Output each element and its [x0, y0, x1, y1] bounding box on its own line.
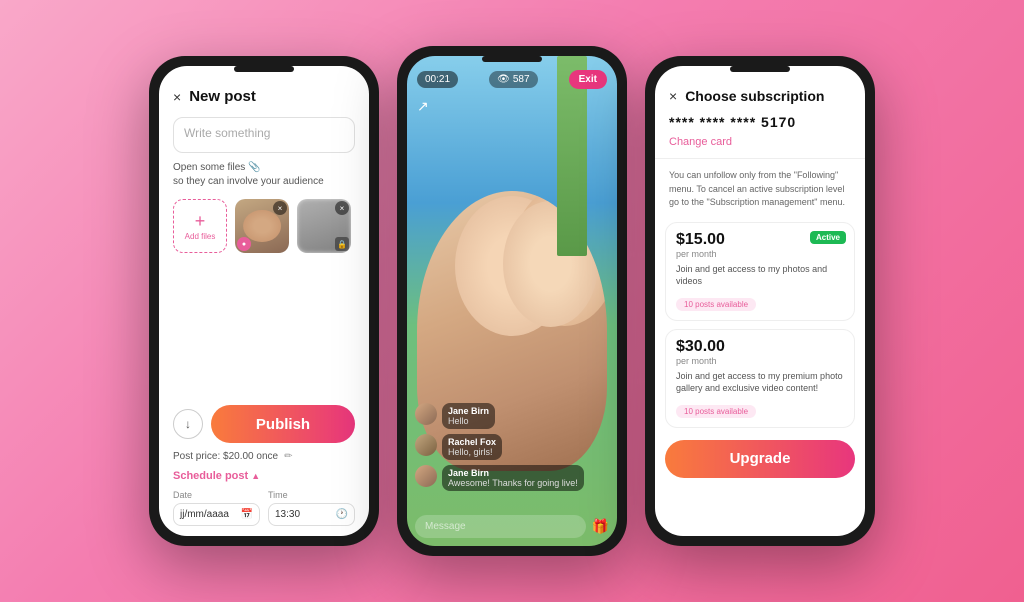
chat-avatar-2 [415, 434, 437, 456]
thumbnail-1-badge: ● [237, 237, 251, 251]
phone2-notch [482, 56, 542, 62]
stream-stats-bar: 00:21 👁 587 Exit [417, 70, 607, 89]
avatar-image-1 [415, 403, 437, 425]
calendar-icon: 📅 [241, 509, 253, 520]
plus-icon: + [195, 212, 206, 230]
stream-time: 00:21 [417, 71, 458, 88]
plan2-posts-badge: 10 posts available [676, 405, 756, 418]
plan2-price: $30.00 [676, 338, 844, 356]
stream-views: 👁 587 [489, 71, 537, 88]
chat-text-3: Awesome! Thanks for going live! [448, 478, 578, 488]
chat-username-3: Jane Birn [448, 468, 578, 478]
plan1-description: Join and get access to my photos and vid… [676, 263, 844, 288]
date-group: Date jj/mm/aaaa 📅 [173, 490, 260, 526]
upgrade-button[interactable]: Upgrade [665, 440, 855, 478]
time-label: Time [268, 490, 355, 500]
chat-bubble-3: Jane Birn Awesome! Thanks for going live… [442, 465, 584, 491]
thumbnail-2: × 🔒 [297, 199, 351, 253]
avatar-image-2 [415, 434, 437, 456]
subscription-plan-2[interactable]: $30.00 per month Join and get access to … [665, 329, 855, 428]
date-input[interactable]: jj/mm/aaaa 📅 [173, 503, 260, 526]
plan1-posts-badge: 10 posts available [676, 298, 756, 311]
phone-new-post: × New post Write something Open some fil… [149, 56, 379, 546]
thumbnail-2-remove[interactable]: × [335, 201, 349, 215]
p3-title: Choose subscription [685, 88, 824, 104]
plan1-period: per month [676, 249, 844, 259]
datetime-row: Date jj/mm/aaaa 📅 Time 13:30 🕐 [159, 486, 369, 536]
thumbnail-1: × ● [235, 199, 289, 253]
card-number: **** **** **** 5170 [669, 114, 796, 130]
add-files-label: Add files [185, 232, 216, 241]
subscription-notice: You can unfollow only from the "Followin… [655, 163, 865, 218]
instagram-icon: ● [242, 241, 246, 248]
time-group: Time 13:30 🕐 [268, 490, 355, 526]
chat-message-1: Jane Birn Hello [415, 403, 609, 429]
exit-button[interactable]: Exit [569, 70, 607, 89]
eye-icon: 👁 [497, 74, 510, 85]
plan2-period: per month [676, 356, 844, 366]
chat-username-2: Rachel Fox [448, 437, 496, 447]
subscription-plan-1: $15.00 per month Active Join and get acc… [665, 222, 855, 321]
phone-notch [234, 66, 294, 72]
time-input[interactable]: 13:30 🕐 [268, 503, 355, 526]
spacer [159, 261, 369, 399]
edit-icon[interactable]: ✏ [284, 451, 292, 462]
divider [655, 158, 865, 159]
lock-icon: 🔒 [335, 237, 349, 251]
p1-text-input[interactable]: Write something [173, 117, 355, 153]
publish-button[interactable]: Publish [211, 405, 355, 443]
file-icon: 📎 [248, 161, 260, 175]
publish-row: ↓ Publish [159, 399, 369, 449]
date-label: Date [173, 490, 260, 500]
phone1-screen: × New post Write something Open some fil… [159, 66, 369, 536]
card-number-row: **** **** **** 5170 [655, 112, 865, 134]
phone2-screen: 00:21 👁 587 Exit ↗ Jane Birn Hello [407, 56, 617, 546]
thumbnail-1-remove[interactable]: × [273, 201, 287, 215]
chat-avatar-1 [415, 403, 437, 425]
chat-username-1: Jane Birn [448, 406, 489, 416]
p1-header: × New post [159, 66, 369, 113]
plan2-description: Join and get access to my premium photo … [676, 370, 844, 395]
p3-close-button[interactable]: × [669, 88, 677, 104]
gift-icon[interactable]: 🎁 [592, 518, 609, 535]
message-input-bar: Message 🎁 [415, 515, 609, 538]
phones-container: × New post Write something Open some fil… [149, 46, 875, 556]
p1-title: New post [189, 88, 256, 105]
phone3-screen: × Choose subscription **** **** **** 517… [655, 66, 865, 536]
phone-subscription: × Choose subscription **** **** **** 517… [645, 56, 875, 546]
clock-icon: 🕐 [336, 509, 348, 520]
price-row: Post price: $20.00 once ✏ [159, 449, 369, 466]
p1-attachments-row: + Add files × ● × 🔒 [159, 195, 369, 261]
add-files-button[interactable]: + Add files [173, 199, 227, 253]
chat-bubble-2: Rachel Fox Hello, girls! [442, 434, 502, 460]
down-arrow-icon: ↓ [185, 417, 191, 431]
phone3-notch [730, 66, 790, 72]
change-card-button[interactable]: Change card [655, 134, 865, 154]
phone-live-stream: 00:21 👁 587 Exit ↗ Jane Birn Hello [397, 46, 627, 556]
message-placeholder: Message [425, 521, 466, 532]
download-button[interactable]: ↓ [173, 409, 203, 439]
schedule-button[interactable]: Schedule post ▲ [159, 466, 369, 486]
plan1-active-badge: Active [810, 231, 846, 244]
message-input[interactable]: Message [415, 515, 586, 538]
chat-bubble-1: Jane Birn Hello [442, 403, 495, 429]
chat-overlay: Jane Birn Hello Rachel Fox Hello, girls! [415, 403, 609, 496]
p1-files-description: Open some files 📎 so they can involve yo… [159, 159, 369, 195]
p1-close-button[interactable]: × [173, 89, 181, 105]
chat-avatar-3 [415, 465, 437, 487]
chat-message-3: Jane Birn Awesome! Thanks for going live… [415, 465, 609, 491]
chat-text-2: Hello, girls! [448, 447, 496, 457]
chevron-up-icon: ▲ [251, 471, 260, 481]
share-icon[interactable]: ↗ [417, 98, 429, 115]
price-text: Post price: $20.00 once [173, 451, 278, 462]
chat-text-1: Hello [448, 416, 489, 426]
avatar-image-3 [415, 465, 437, 487]
p3-header: × Choose subscription [655, 66, 865, 112]
chat-message-2: Rachel Fox Hello, girls! [415, 434, 609, 460]
